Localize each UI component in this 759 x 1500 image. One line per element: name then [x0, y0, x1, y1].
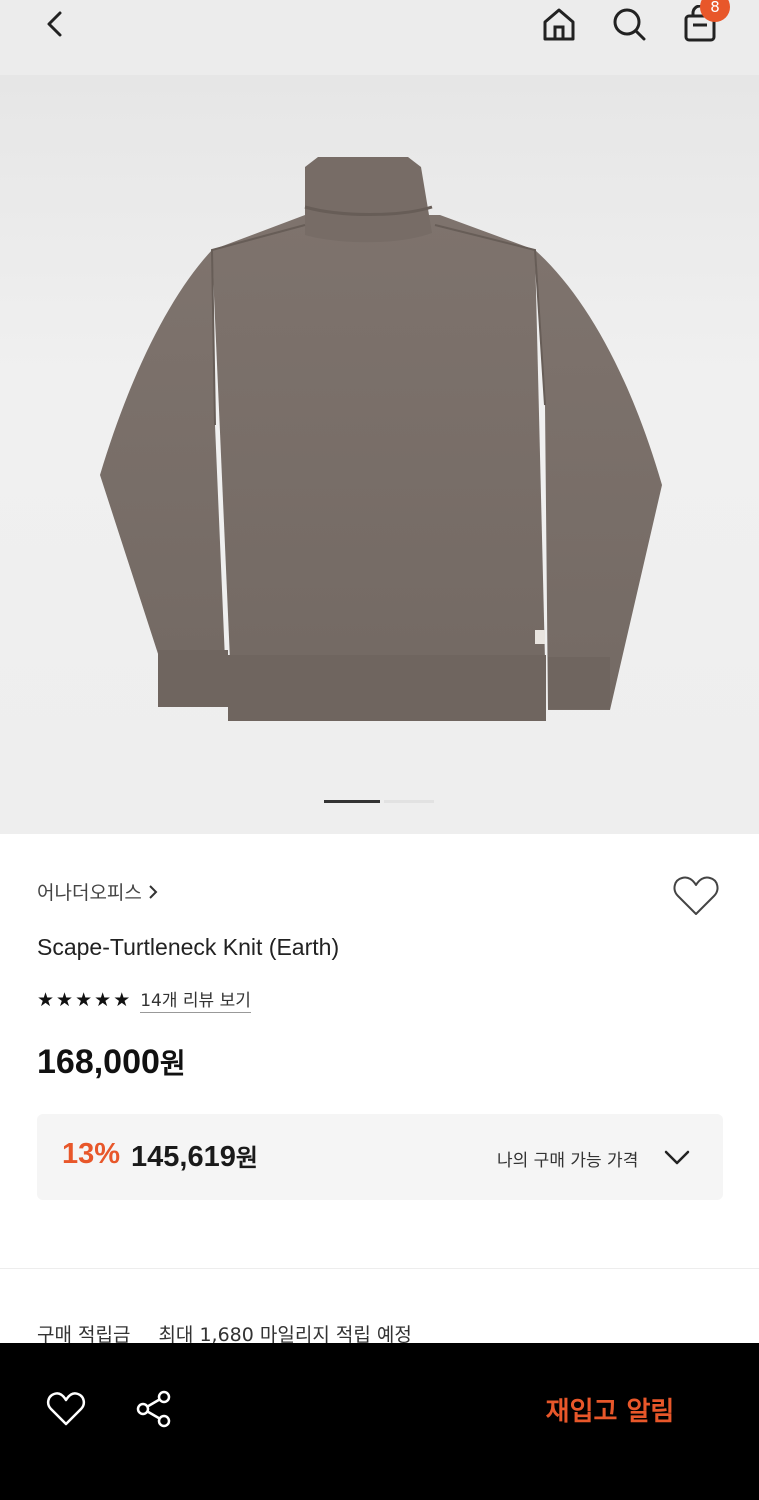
review-link[interactable]: 14개 리뷰 보기: [140, 986, 251, 1013]
section-divider: [0, 1268, 759, 1269]
original-price-unit: 원: [159, 1047, 186, 1080]
home-button[interactable]: [537, 2, 581, 46]
chevron-left-icon: [47, 11, 62, 37]
sale-price-unit: 원: [235, 1144, 258, 1172]
star-icon: ★: [75, 988, 93, 1011]
my-price-label: 나의 구매 가능 가격: [497, 1151, 639, 1171]
pagination-indicator: [384, 800, 434, 803]
rating-stars: ★ ★ ★ ★ ★: [37, 989, 130, 1011]
sale-price: 145,619원: [131, 1138, 258, 1174]
top-navigation-bar: 8: [0, 0, 759, 75]
back-button[interactable]: [33, 2, 77, 46]
home-icon: [543, 8, 575, 41]
share-icon: [136, 1390, 171, 1428]
share-button[interactable]: [132, 1387, 176, 1431]
heart-icon: [46, 1392, 86, 1426]
bottom-action-bar: 재입고 알림: [0, 1343, 759, 1500]
product-title: Scape-Turtleneck Knit (Earth): [37, 934, 340, 960]
star-icon: ★: [37, 988, 55, 1011]
search-button[interactable]: [607, 2, 651, 46]
restock-alert-button[interactable]: 재입고 알림: [520, 1387, 700, 1431]
heart-icon: [673, 876, 719, 915]
star-icon: ★: [94, 988, 112, 1011]
my-price-panel[interactable]: 13% 145,619원 나의 구매 가능 가격: [37, 1114, 723, 1200]
discount-rate: 13%: [62, 1138, 121, 1170]
search-icon: [613, 8, 646, 41]
pagination-indicator-active: [324, 800, 380, 803]
rating-row: ★ ★ ★ ★ ★ 14개 리뷰 보기: [37, 986, 251, 1013]
bottom-wishlist-button[interactable]: [44, 1387, 88, 1431]
product-image: [100, 157, 662, 721]
chevron-right-icon: [149, 884, 158, 899]
brand-name: 어나더오피스: [37, 882, 142, 904]
wishlist-button[interactable]: [672, 874, 720, 918]
original-price-value: 168,000: [37, 1043, 160, 1081]
star-icon: ★: [56, 988, 74, 1011]
product-image-gallery[interactable]: [0, 75, 759, 834]
brand-link[interactable]: 어나더오피스: [37, 878, 160, 905]
original-price: 168,000원: [37, 1042, 186, 1082]
star-icon: ★: [113, 988, 131, 1011]
sale-price-value: 145,619: [131, 1141, 236, 1173]
chevron-down-icon: [664, 1150, 690, 1165]
gallery-pagination: [324, 800, 434, 803]
